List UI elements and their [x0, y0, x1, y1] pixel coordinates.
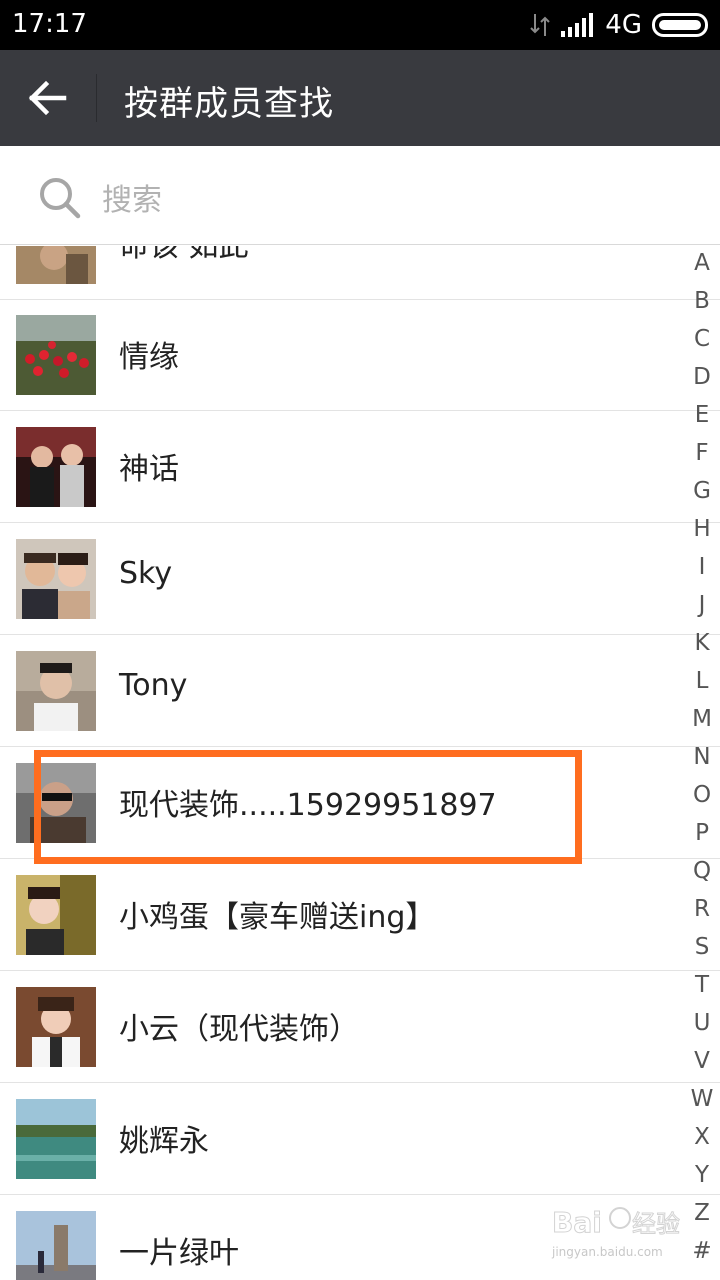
member-name: Tony	[119, 668, 188, 703]
index-letter[interactable]: Z	[690, 1200, 714, 1226]
svg-text:jingyan.baidu.com: jingyan.baidu.com	[551, 1245, 663, 1259]
title-bar: 按群成员查找	[0, 50, 720, 146]
svg-text:经验: 经验	[632, 1210, 680, 1238]
avatar	[16, 1211, 96, 1280]
list-item[interactable]: 小云（现代装饰）	[0, 971, 720, 1083]
index-letter[interactable]: H	[690, 516, 714, 542]
status-time: 17:17	[12, 9, 87, 39]
member-name: 命该 如此	[119, 246, 249, 264]
member-name: 姚辉永	[119, 1124, 209, 1159]
index-letter[interactable]: A	[690, 250, 714, 276]
member-name: 小鸡蛋【豪车赠送ing】	[119, 900, 436, 935]
index-letter[interactable]: K	[690, 630, 714, 656]
alphabet-index[interactable]: A B C D E F G H I J K L M N O P Q R S T …	[690, 246, 720, 1280]
list-item[interactable]: Sky	[0, 523, 720, 635]
index-letter[interactable]: J	[690, 592, 714, 618]
index-letter[interactable]: C	[690, 326, 714, 352]
member-name: 一片绿叶	[119, 1236, 239, 1271]
avatar	[16, 246, 96, 284]
avatar	[16, 987, 96, 1067]
avatar	[16, 539, 96, 619]
status-icons: 4G	[529, 9, 708, 41]
avatar	[16, 315, 96, 395]
list-item[interactable]: Tony	[0, 635, 720, 747]
index-letter[interactable]: T	[690, 972, 714, 998]
avatar	[16, 875, 96, 955]
index-letter[interactable]: R	[690, 896, 714, 922]
member-name: 小云（现代装饰）	[119, 1012, 359, 1047]
page-title: 按群成员查找	[124, 84, 334, 124]
index-letter[interactable]: L	[690, 668, 714, 694]
list-item[interactable]: 情缘	[0, 299, 720, 411]
data-transfer-icon	[530, 14, 551, 36]
search-input[interactable]	[100, 174, 664, 226]
member-name: Sky	[119, 556, 173, 591]
index-letter[interactable]: B	[690, 288, 714, 314]
avatar	[16, 427, 96, 507]
search-icon	[40, 178, 81, 219]
list-item[interactable]: 小鸡蛋【豪车赠送ing】	[0, 859, 720, 971]
avatar	[16, 651, 96, 731]
network-type: 4G	[605, 10, 642, 40]
list-item[interactable]: 神话	[0, 411, 720, 523]
index-letter[interactable]: G	[690, 478, 714, 504]
index-letter[interactable]: O	[690, 782, 714, 808]
index-letter[interactable]: F	[690, 440, 714, 466]
index-letter[interactable]: Q	[690, 858, 714, 884]
title-divider	[96, 74, 97, 122]
index-letter[interactable]: N	[690, 744, 714, 770]
index-letter[interactable]: W	[690, 1086, 714, 1112]
index-letter[interactable]: #	[690, 1238, 714, 1264]
signal-icon	[561, 13, 594, 37]
status-bar: 17:17 4G	[0, 0, 720, 50]
index-letter[interactable]: M	[690, 706, 714, 732]
index-letter[interactable]: S	[690, 934, 714, 960]
back-arrow-icon[interactable]	[22, 76, 76, 120]
index-letter[interactable]: P	[690, 820, 714, 846]
index-letter[interactable]: Y	[690, 1162, 714, 1188]
index-letter[interactable]: U	[690, 1010, 714, 1036]
index-letter[interactable]: E	[690, 402, 714, 428]
index-letter[interactable]: V	[690, 1048, 714, 1074]
baidu-jingyan-watermark: Bai 经验 jingyan.baidu.com	[551, 1206, 681, 1260]
svg-text:Bai: Bai	[552, 1206, 602, 1239]
member-name: 情缘	[119, 340, 179, 375]
avatar	[16, 1099, 96, 1179]
index-letter[interactable]: I	[690, 554, 714, 580]
index-letter[interactable]: D	[690, 364, 714, 390]
index-letter[interactable]: X	[690, 1124, 714, 1150]
highlight-box	[34, 750, 582, 864]
list-item[interactable]: 姚辉永	[0, 1083, 720, 1195]
battery-icon	[652, 13, 708, 37]
list-item[interactable]: 命该 如此	[0, 246, 720, 300]
member-name: 神话	[119, 452, 179, 487]
